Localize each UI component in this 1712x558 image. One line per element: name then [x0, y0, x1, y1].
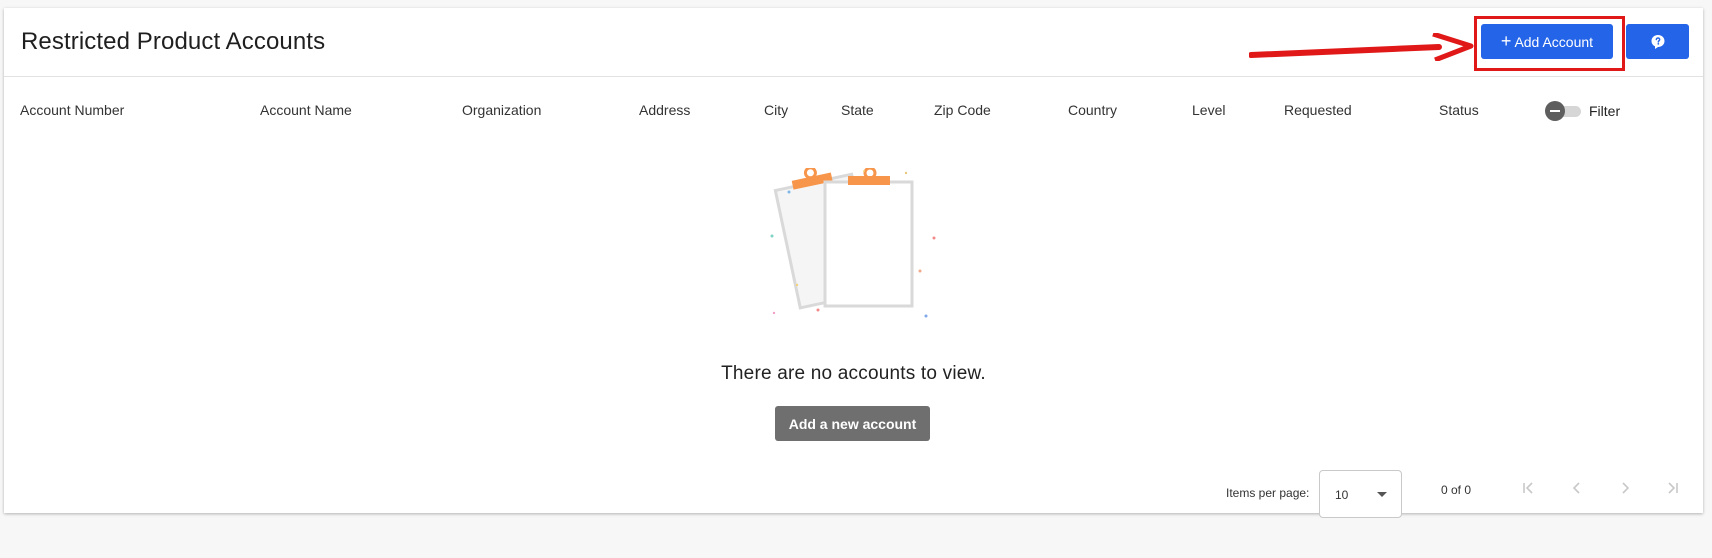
column-header-address[interactable]: Address [639, 102, 690, 118]
column-header-organization[interactable]: Organization [462, 102, 541, 118]
add-account-label: Add Account [1514, 33, 1594, 50]
help-icon [1651, 34, 1664, 49]
plus-icon: + [1500, 30, 1512, 51]
next-page-button[interactable] [1610, 473, 1640, 503]
column-header-account-name[interactable]: Account Name [260, 102, 352, 118]
filter-switch[interactable] [1545, 101, 1583, 121]
page-title: Restricted Product Accounts [21, 28, 326, 55]
last-page-icon [1668, 482, 1678, 494]
items-per-page-label: Items per page: [1226, 486, 1310, 500]
column-header-zip-code[interactable]: Zip Code [934, 102, 991, 118]
chevron-left-icon [1572, 482, 1580, 494]
column-header-account-number[interactable]: Account Number [20, 102, 124, 118]
column-header-requested[interactable]: Requested [1284, 102, 1352, 118]
card-header: Restricted Product Accounts + Add Accoun… [4, 8, 1703, 77]
annotation-arrow-icon [1249, 33, 1474, 61]
empty-state-message: There are no accounts to view. [721, 363, 986, 384]
minus-icon [1545, 101, 1565, 121]
column-header-status[interactable]: Status [1439, 102, 1479, 118]
first-page-button[interactable] [1513, 473, 1543, 503]
add-account-button[interactable]: + Add Account [1481, 24, 1613, 59]
column-header-state[interactable]: State [841, 102, 874, 118]
help-button[interactable] [1626, 24, 1689, 59]
page-range-label: 0 of 0 [1441, 483, 1472, 497]
chevron-down-icon [1377, 492, 1387, 497]
items-per-page-value: 10 [1335, 488, 1349, 502]
column-header-level[interactable]: Level [1192, 102, 1225, 118]
paginator: Items per page: 10 0 of 0 [4, 463, 1703, 518]
add-new-account-button[interactable]: Add a new account [775, 406, 930, 441]
column-header-country[interactable]: Country [1068, 102, 1117, 118]
first-page-icon [1523, 482, 1533, 494]
column-header-city[interactable]: City [764, 102, 788, 118]
chevron-right-icon [1622, 482, 1630, 494]
filter-toggle[interactable]: Filter [1545, 96, 1620, 126]
accounts-card: Restricted Product Accounts + Add Accoun… [4, 8, 1703, 518]
table-header-row: Account Number Account Name Organization… [4, 96, 1703, 126]
filter-label: Filter [1589, 103, 1621, 119]
last-page-button[interactable] [1658, 473, 1688, 503]
empty-clipboard-icon [770, 168, 936, 318]
items-per-page-select[interactable]: 10 [1319, 470, 1402, 518]
previous-page-button[interactable] [1562, 473, 1592, 503]
